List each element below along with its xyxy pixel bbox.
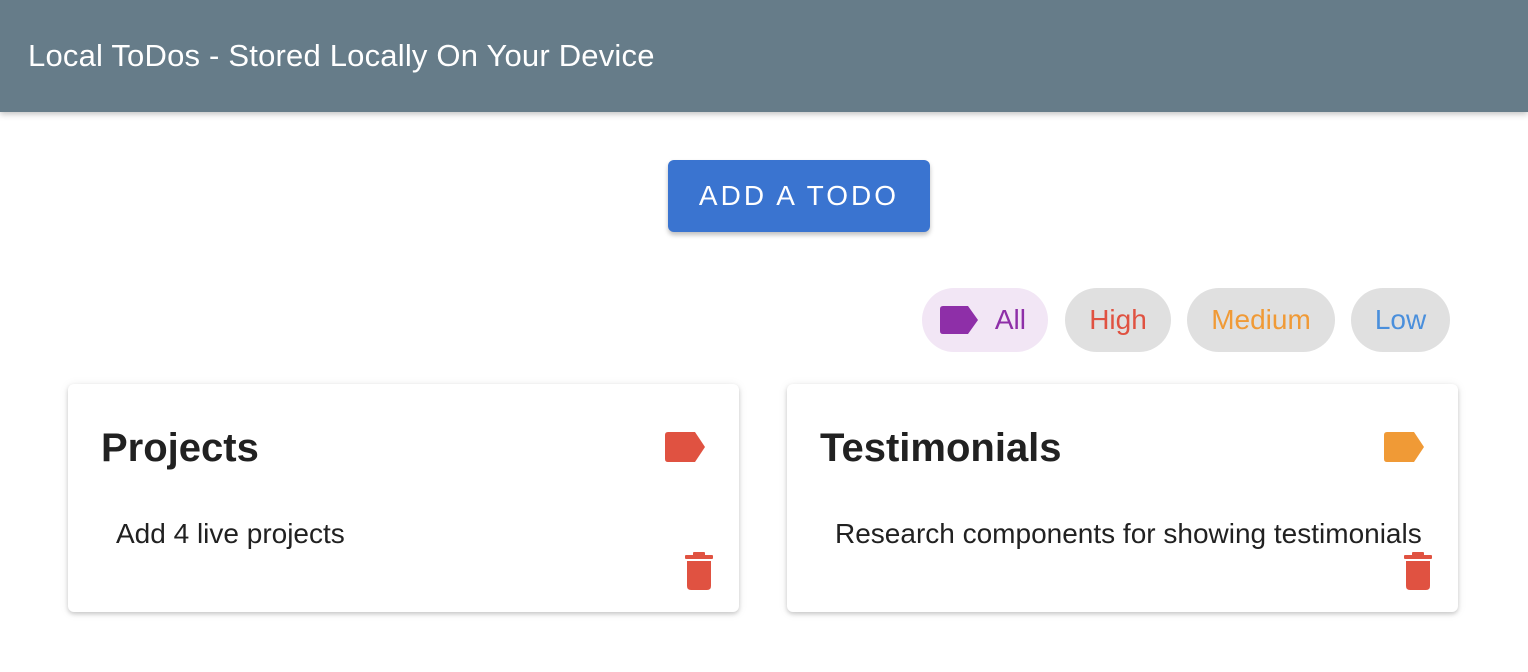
priority-medium-label-icon — [1384, 432, 1424, 462]
todo-card: Projects Add 4 live projects — [68, 384, 739, 612]
todo-title: Projects — [101, 426, 259, 470]
delete-icon[interactable] — [1404, 552, 1432, 590]
todo-card: Testimonials Research components for sho… — [787, 384, 1458, 612]
filter-chip-label: Medium — [1211, 304, 1311, 335]
filter-chip-label: High — [1089, 304, 1147, 335]
filter-chip-low[interactable]: Low — [1351, 288, 1450, 352]
app-title: Local ToDos - Stored Locally On Your Dev… — [28, 38, 655, 73]
filter-chip-all[interactable]: All — [922, 288, 1048, 352]
filter-chip-label: All — [994, 304, 1026, 335]
todo-text: Research components for showing testimon… — [835, 518, 1422, 549]
filter-chip-label: Low — [1374, 304, 1427, 335]
filter-chip-medium[interactable]: Medium — [1187, 288, 1335, 352]
priority-high-label-icon — [665, 432, 705, 462]
delete-icon[interactable] — [685, 552, 713, 590]
app-bar: Local ToDos - Stored Locally On Your Dev… — [0, 0, 1528, 112]
filter-chip-high[interactable]: High — [1065, 288, 1171, 352]
add-todo-button[interactable]: ADD A TODO — [668, 160, 930, 232]
todo-text: Add 4 live projects — [116, 518, 345, 549]
todo-title: Testimonials — [820, 426, 1062, 470]
label-icon — [940, 306, 978, 334]
